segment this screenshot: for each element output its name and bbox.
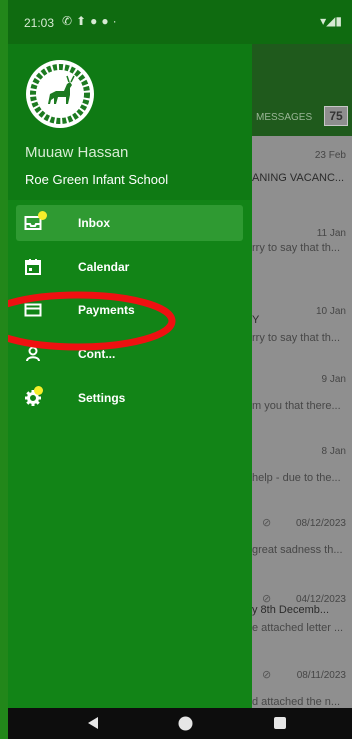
message-date: 9 Jan (321, 374, 346, 385)
list-item[interactable]: 8 Jan help - due to the... (252, 432, 352, 512)
list-item[interactable]: ⊘ 04/12/2023 y 8th Decemb... e attached … (252, 580, 352, 660)
school-name[interactable]: Roe Green Infant School (25, 172, 168, 187)
menu-item-label: Cont... (78, 347, 116, 361)
menu-item-label: Payments (78, 303, 135, 317)
menu-item-label: Calendar (78, 260, 130, 274)
messages-count-badge: 75 (324, 106, 348, 126)
attachment-icon: ⊘ (262, 517, 272, 529)
menu-item-label: Settings (78, 391, 126, 405)
message-snippet: help - due to the... (252, 472, 341, 484)
user-name: Muuaw Hassan (25, 144, 129, 161)
message-date: 10 Jan (315, 306, 346, 317)
contacts-icon (24, 345, 42, 363)
calendar-icon (24, 258, 42, 276)
status-bar: 21:03 ✆⬆●●· ▾◢▮ (8, 0, 352, 44)
recents-icon[interactable] (273, 716, 287, 735)
system-status-icons: ▾◢▮ (320, 14, 342, 28)
message-snippet: great sadness th... (252, 544, 343, 556)
status-time: 21:03 (24, 16, 55, 30)
system-navigation-bar (8, 708, 352, 739)
list-item[interactable]: ⊘ 08/11/2023 d attached the n... (252, 656, 352, 708)
message-date: 08/12/2023 (295, 518, 346, 529)
menu-item-contacts[interactable]: Cont... (16, 336, 243, 372)
message-date: 23 Feb (314, 150, 346, 161)
menu-item-settings[interactable]: Settings (16, 380, 243, 416)
list-item[interactable]: ⊘ 08/12/2023 great sadness th... (252, 504, 352, 584)
payment-card-icon (24, 301, 42, 319)
messages-tab[interactable]: MESSAGES (256, 112, 312, 123)
back-icon[interactable] (86, 716, 100, 735)
notification-dot (38, 211, 47, 220)
message-snippet: rry to say that th... (252, 242, 341, 254)
drawer-header: Muuaw Hassan Roe Green Infant School (8, 44, 252, 200)
message-snippet: rry to say that th... (252, 332, 341, 344)
message-title: ANING VACANC... (252, 172, 345, 184)
school-logo (26, 60, 94, 128)
menu-item-payments[interactable]: Payments (16, 292, 243, 328)
notification-dot (34, 386, 43, 395)
phone-screen: 21:03 ✆⬆●●· ▾◢▮ MESSAGES 75 23 Feb ANING… (8, 0, 352, 708)
list-item[interactable]: 11 Jan rry to say that th... (252, 214, 352, 294)
message-snippet: d attached the n... (252, 696, 341, 708)
list-item[interactable]: 9 Jan m you that there... (252, 360, 352, 440)
menu-item-label: Inbox (78, 216, 110, 230)
message-snippet: m you that there... (252, 400, 341, 412)
message-date: 11 Jan (316, 228, 346, 239)
frame-edge (0, 0, 8, 739)
notification-icons: ✆⬆●●· (62, 14, 121, 28)
message-title: y 8th Decemb... (252, 604, 330, 616)
home-icon[interactable] (178, 716, 193, 736)
menu-item-inbox[interactable]: Inbox (16, 205, 243, 241)
attachment-icon: ⊘ (262, 669, 272, 681)
list-item[interactable]: 23 Feb ANING VACANC... (252, 136, 352, 216)
navigation-drawer: Muuaw Hassan Roe Green Infant School Inb… (8, 44, 252, 708)
message-date: 8 Jan (321, 446, 346, 457)
message-snippet: e attached letter ... (252, 622, 344, 634)
message-title: Y (252, 314, 260, 326)
message-date: 08/11/2023 (296, 670, 346, 681)
menu-item-calendar[interactable]: Calendar (16, 249, 243, 285)
